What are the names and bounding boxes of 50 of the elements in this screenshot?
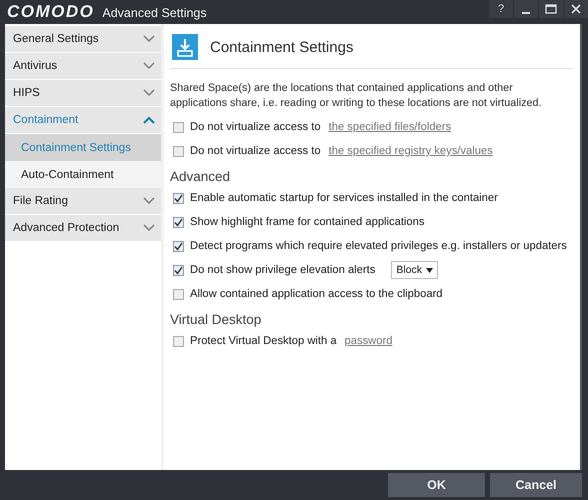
option-label: Allow contained application access to the clipboard: [190, 288, 442, 300]
maximize-icon: [545, 4, 557, 14]
close-button[interactable]: [564, 0, 588, 18]
sidebar-item[interactable]: Containment: [5, 107, 161, 133]
ok-button[interactable]: OK: [388, 473, 485, 497]
option-label: Detect programs which require elevated privileges e.g. installers or updaters: [190, 240, 567, 252]
help-button[interactable]: ?: [489, 0, 513, 18]
chevron-down-icon: [143, 89, 155, 97]
option-label: Protect Virtual Desktop with a: [190, 335, 337, 347]
minimize-button[interactable]: [514, 0, 538, 18]
checkbox[interactable]: [173, 288, 184, 300]
option-label: Do not show privilege elevation alerts: [190, 264, 376, 276]
checkbox[interactable]: [173, 216, 184, 228]
window-title: Advanced Settings: [102, 6, 207, 20]
option-link[interactable]: the specified registry keys/values: [328, 145, 493, 157]
option-label: Do not virtualize access to: [190, 145, 321, 157]
sidebar-subitem[interactable]: Auto-Containment: [5, 161, 161, 188]
checkbox[interactable]: [173, 240, 184, 252]
option-link[interactable]: the specified files/folders: [328, 121, 452, 133]
section-heading: Advanced: [170, 169, 232, 184]
checkbox[interactable]: [173, 146, 184, 156]
option-label: Show highlight frame for contained applications: [190, 216, 424, 228]
description-text: Shared Space(s) are the locations that contained applications and other applications share, i.e. reading or writing to these locations are not virtualized.: [170, 81, 542, 111]
sidebar-item[interactable]: Antivirus: [5, 53, 161, 79]
sidebar-item[interactable]: Advanced Protection: [5, 215, 161, 241]
chevron-up-icon: [143, 116, 155, 124]
chevron-down-icon: [143, 62, 155, 70]
caret-icon: [426, 268, 434, 272]
checkbox[interactable]: [173, 264, 184, 276]
option-label: Do not virtualize access to: [190, 121, 321, 133]
sidebar-item[interactable]: File Rating: [5, 188, 161, 214]
checkbox[interactable]: [173, 192, 184, 204]
chevron-down-icon: [143, 197, 155, 205]
block-dropdown[interactable]: Block: [391, 261, 438, 279]
option-link[interactable]: password: [344, 335, 392, 347]
option-label: Enable automatic startup for services installed in the container: [190, 192, 498, 204]
cancel-button[interactable]: Cancel: [490, 473, 582, 497]
sidebar-item[interactable]: HIPS: [5, 80, 161, 106]
app-logo: COMODO: [7, 2, 94, 22]
sidebar-item[interactable]: General Settings: [5, 26, 161, 52]
checkbox[interactable]: [173, 122, 184, 132]
checkbox[interactable]: [173, 336, 184, 346]
page-title: Containment Settings: [210, 38, 354, 56]
maximize-button[interactable]: [539, 0, 563, 18]
chevron-down-icon: [143, 35, 155, 43]
section-heading: Virtual Desktop: [170, 312, 262, 327]
download-icon: [172, 34, 198, 60]
close-icon: [571, 4, 581, 14]
minimize-icon: [522, 12, 530, 14]
chevron-down-icon: [143, 224, 155, 232]
